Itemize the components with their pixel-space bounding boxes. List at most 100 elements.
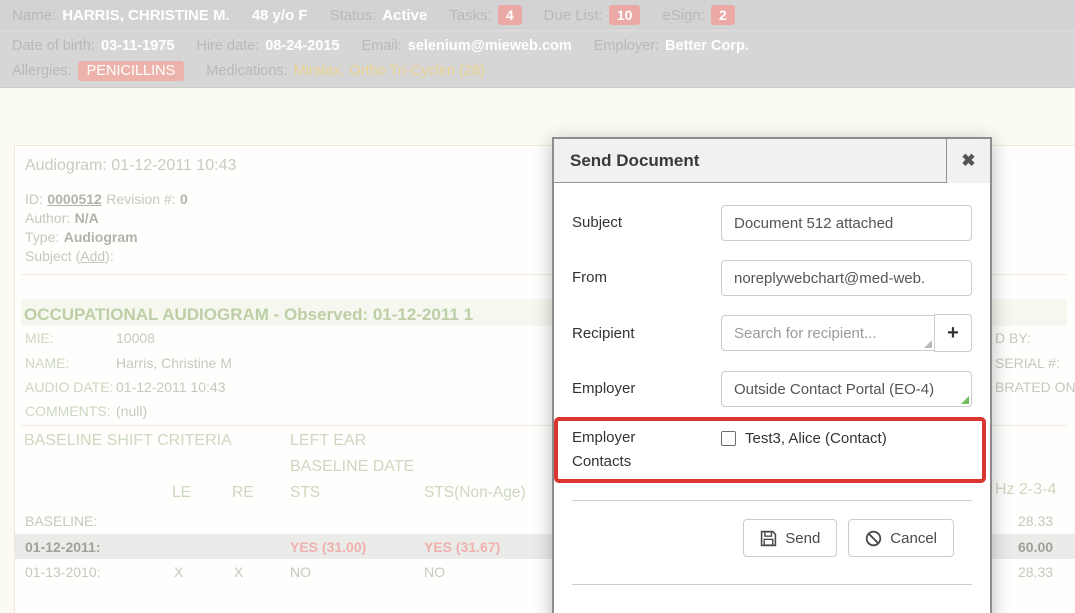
contact-checkbox[interactable] xyxy=(721,431,736,446)
employer-contacts-label: Employer Contacts xyxy=(572,426,721,474)
allergy-penicillins-link[interactable]: PENICILLINS xyxy=(78,61,185,81)
tasks-count-badge[interactable]: 4 xyxy=(498,5,522,25)
patient-header-bar: Name: HARRIS, CHRISTINE M. 48 y/o F Stat… xyxy=(0,0,1075,88)
save-icon xyxy=(760,530,777,547)
report-row-value: (null) xyxy=(116,403,147,419)
patient-status: Active xyxy=(382,7,427,24)
doc-revision-value: 0 xyxy=(180,191,188,207)
recipient-placeholder: Search for recipient... xyxy=(734,325,877,342)
medications-label: Medications: xyxy=(206,63,287,79)
sts-result: NO xyxy=(290,564,311,580)
report-row-value: Harris, Christine M xyxy=(116,355,232,371)
report-row-label: AUDIO DATE: xyxy=(25,379,113,395)
table-row-right-value: 28.33 xyxy=(1018,564,1053,580)
modal-header: Send Document ✖ xyxy=(554,139,990,183)
table-row-label: 01-12-2011: xyxy=(25,539,101,555)
send-button-label: Send xyxy=(785,530,820,547)
recipient-search-input[interactable]: Search for recipient... xyxy=(721,315,935,351)
medication-link-miralax[interactable]: Miralax, xyxy=(294,63,345,79)
doc-subject-suffix: ): xyxy=(105,248,114,264)
table-row-right-value: 60.00 xyxy=(1018,539,1053,555)
cancel-button[interactable]: Cancel xyxy=(848,519,954,557)
ban-icon xyxy=(865,530,882,547)
baseline-date-label: BASELINE DATE xyxy=(290,458,414,476)
send-document-modal: Send Document ✖ Subject From Recipient xyxy=(552,137,992,613)
send-button[interactable]: Send xyxy=(743,519,837,557)
page: Name: HARRIS, CHRISTINE M. 48 y/o F Stat… xyxy=(0,0,1075,613)
allergies-label: Allergies: xyxy=(12,63,72,79)
hire-date-label: Hire date: xyxy=(196,38,259,54)
column-header-sts-nonage: STS(Non-Age) xyxy=(424,484,526,502)
doc-type-label: Type: xyxy=(25,229,59,245)
report-right-fragment: SERIAL #: xyxy=(995,355,1060,371)
status-label: Status: xyxy=(330,7,377,24)
baseline-shift-criteria-title: BASELINE SHIFT CRITERIA xyxy=(24,432,232,450)
from-label: From xyxy=(572,266,721,290)
le-value: X xyxy=(174,564,183,580)
doc-author-label: Author: xyxy=(25,210,70,226)
report-row-value: 01-12-2011 10:43 xyxy=(116,379,226,395)
report-right-fragment: BRATED ON xyxy=(995,379,1075,395)
due-list-label: Due List: xyxy=(544,7,603,24)
report-row-label: MIE: xyxy=(25,330,54,346)
employer-contacts-row: Employer Contacts Test3, Alice (Contact) xyxy=(572,426,972,474)
employer-row: Employer Outside Contact Portal (EO-4) xyxy=(572,371,972,407)
resize-grip-icon[interactable] xyxy=(924,340,932,348)
report-row-label: COMMENTS: xyxy=(25,403,111,419)
document-heading: Audiogram: 01-12-2011 10:43 xyxy=(25,157,236,175)
plus-icon: + xyxy=(947,322,959,345)
employer-label: Employer: xyxy=(594,38,659,54)
report-title: OCCUPATIONAL AUDIOGRAM - Observed: 01-12… xyxy=(24,305,473,325)
report-row-value: 10008 xyxy=(116,330,155,346)
sts-result: YES (31.00) xyxy=(290,539,366,555)
modal-body: Subject From Recipient Search for recipi… xyxy=(554,183,990,585)
patient-header-row1: Name: HARRIS, CHRISTINE M. 48 y/o F Stat… xyxy=(0,0,1075,31)
esign-count-badge[interactable]: 2 xyxy=(711,5,735,25)
hire-date-value: 08-24-2015 xyxy=(265,38,339,54)
recipient-row: Recipient Search for recipient... + xyxy=(572,315,972,352)
employer-value: Better Corp. xyxy=(665,38,749,54)
table-row-label: BASELINE: xyxy=(25,513,97,529)
re-value: X xyxy=(234,564,243,580)
subject-row: Subject xyxy=(572,205,972,241)
report-row-label: NAME: xyxy=(25,355,69,371)
contact-option-label[interactable]: Test3, Alice (Contact) xyxy=(745,430,887,447)
column-header-re: RE xyxy=(232,484,254,502)
close-icon: ✖ xyxy=(961,151,975,171)
due-list-count-badge[interactable]: 10 xyxy=(609,5,641,25)
sts-nonage-result: YES (31.67) xyxy=(424,539,500,555)
dob-label: Date of birth: xyxy=(12,38,95,54)
patient-age-sex: 48 y/o F xyxy=(252,7,308,24)
column-header-sts: STS xyxy=(290,484,320,502)
add-recipient-button[interactable]: + xyxy=(934,314,972,352)
left-ear-label: LEFT EAR xyxy=(290,432,366,450)
tasks-label: Tasks: xyxy=(449,7,492,24)
name-label: Name: xyxy=(12,7,56,24)
patient-header-row3: Allergies: PENICILLINS Medications: Mira… xyxy=(0,57,1075,83)
from-row: From xyxy=(572,260,972,296)
bottom-divider xyxy=(572,584,972,585)
employer-select-value: Outside Contact Portal (EO-4) xyxy=(734,381,934,398)
doc-subject-label: Subject ( xyxy=(25,248,80,264)
dob-value: 03-11-1975 xyxy=(101,38,174,54)
table-row-right-value: 28.33 xyxy=(1018,513,1053,529)
doc-type-value: Audiogram xyxy=(64,229,138,245)
report-right-fragment: D BY: xyxy=(995,330,1031,346)
subject-input[interactable] xyxy=(721,205,972,241)
cancel-button-label: Cancel xyxy=(890,530,937,547)
employer-resize-grip-icon[interactable] xyxy=(961,396,969,404)
email-label: Email: xyxy=(361,38,401,54)
modal-footer: Send Cancel xyxy=(572,501,972,557)
patient-name: HARRIS, CHRISTINE M. xyxy=(62,7,230,24)
column-header-le: LE xyxy=(172,484,191,502)
medication-link-ortho[interactable]: Ortho Tri-Cyclen (28) xyxy=(349,63,484,79)
from-input[interactable] xyxy=(721,260,972,296)
close-button[interactable]: ✖ xyxy=(946,139,990,183)
doc-id-label: ID: xyxy=(25,191,43,207)
doc-subject-add-link[interactable]: Add xyxy=(80,248,105,264)
doc-id-link[interactable]: 0000512 xyxy=(47,191,102,207)
employer-select[interactable]: Outside Contact Portal (EO-4) xyxy=(721,371,972,407)
esign-label: eSign: xyxy=(662,7,705,24)
modal-title: Send Document xyxy=(554,151,946,171)
recipient-label: Recipient xyxy=(572,322,721,346)
